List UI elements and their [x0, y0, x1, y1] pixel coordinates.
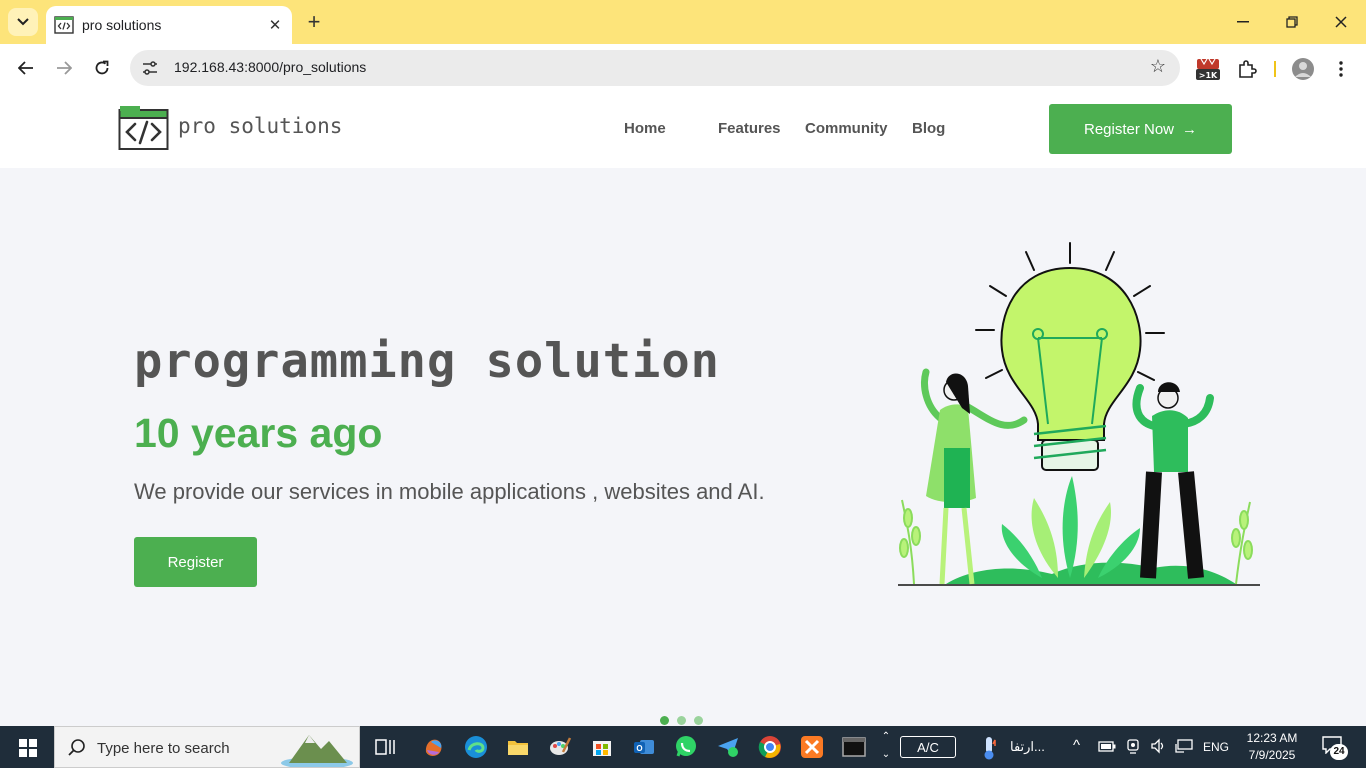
forward-button[interactable]: [50, 54, 78, 82]
extensions-button[interactable]: [1234, 56, 1260, 82]
slider-dot[interactable]: [660, 716, 669, 725]
close-window-button[interactable]: [1326, 8, 1356, 36]
nav-community[interactable]: Community: [805, 120, 888, 137]
tab-search-button[interactable]: [8, 8, 38, 36]
register-now-label: Register Now: [1083, 120, 1175, 138]
search-icon: [68, 739, 85, 756]
register-now-button[interactable]: Register Now →: [1049, 104, 1232, 154]
network-icon[interactable]: [1175, 738, 1193, 754]
register-button[interactable]: Register: [134, 537, 257, 587]
arrow-right-icon: [57, 61, 72, 75]
hero-description: We provide our services in mobile applic…: [134, 479, 765, 504]
slider-dot[interactable]: [677, 716, 686, 725]
site-info-icon[interactable]: [140, 58, 160, 78]
copilot-icon[interactable]: [421, 734, 447, 760]
toolbar-divider: [1274, 61, 1276, 77]
chevron-down-icon: [17, 18, 29, 26]
send-app-icon[interactable]: [715, 734, 741, 760]
code-favicon-icon: [54, 16, 74, 34]
browser-toolbar: 192.168.43:8000/pro_solutions ☆ >1K: [0, 44, 1366, 92]
terminal-icon[interactable]: [841, 734, 867, 760]
hero-title: programming solution: [134, 334, 720, 389]
xampp-icon[interactable]: [799, 734, 825, 760]
volume-icon[interactable]: [1150, 738, 1166, 754]
lightbulb-illustration: [898, 242, 1260, 586]
more-vertical-icon: [1339, 61, 1343, 77]
slider-dots: [660, 716, 703, 725]
extension-1k-icon: >1K: [1196, 58, 1220, 80]
language-indicator[interactable]: ENG: [1203, 740, 1229, 754]
slider-dot[interactable]: [694, 716, 703, 725]
man-figure: [1132, 382, 1214, 579]
woman-figure: [921, 368, 1028, 585]
file-explorer-icon[interactable]: [505, 734, 531, 760]
edge-browser-icon[interactable]: [463, 734, 489, 760]
taskbar-scroll-icon[interactable]: ⌃ ⌄: [880, 728, 892, 766]
task-view-icon[interactable]: [372, 734, 398, 760]
paint-icon[interactable]: [547, 734, 573, 760]
chrome-icon[interactable]: [757, 734, 783, 760]
extension-badge-button[interactable]: >1K: [1195, 56, 1221, 82]
camera-privacy-icon[interactable]: [1126, 738, 1140, 754]
mountain-illustration-icon: [281, 735, 353, 767]
hero-section: programming solution 10 years ago We pro…: [0, 168, 1366, 726]
site-header: pro solutions Home Features Community Bl…: [0, 92, 1366, 168]
bookmark-star-icon[interactable]: ☆: [1150, 56, 1166, 77]
tab-title: pro solutions: [82, 17, 162, 33]
profile-avatar[interactable]: [1290, 56, 1316, 82]
close-icon: [1335, 16, 1347, 28]
avatar-icon: [1292, 58, 1314, 80]
taskbar-clock[interactable]: 12:23 AM 7/9/2025: [1240, 730, 1304, 764]
reload-button[interactable]: [88, 54, 116, 82]
arrow-left-icon: [18, 61, 33, 75]
windows-logo-icon: [19, 739, 37, 757]
minimize-button[interactable]: [1228, 8, 1258, 36]
brand-name[interactable]: pro solutions: [178, 114, 342, 138]
new-tab-button[interactable]: +: [300, 9, 328, 35]
restore-icon: [1286, 16, 1298, 28]
search-placeholder: Type here to search: [97, 740, 230, 757]
tab-close-icon[interactable]: ✕: [262, 12, 288, 38]
restore-button[interactable]: [1277, 8, 1307, 36]
taskbar-search-box[interactable]: Type here to search: [54, 726, 360, 768]
nav-home[interactable]: Home: [624, 120, 666, 137]
arrow-right-icon: →: [1182, 120, 1198, 138]
browser-menu-button[interactable]: [1328, 56, 1354, 82]
microsoft-store-icon[interactable]: [589, 734, 615, 760]
minimize-icon: [1237, 21, 1249, 23]
nav-blog[interactable]: Blog: [912, 120, 945, 137]
notifications-button[interactable]: 24: [1322, 736, 1348, 760]
url-text: 192.168.43:8000/pro_solutions: [174, 59, 367, 75]
address-bar[interactable]: 192.168.43:8000/pro_solutions ☆: [130, 50, 1180, 86]
clock-time: 12:23 AM: [1246, 731, 1298, 745]
start-button[interactable]: [8, 734, 48, 762]
nav-features[interactable]: Features: [718, 120, 781, 137]
reload-icon: [95, 60, 109, 75]
svg-text:>1K: >1K: [1199, 71, 1218, 80]
clock-date: 7/9/2025: [1248, 748, 1296, 762]
puzzle-icon: [1239, 60, 1257, 78]
ac-status-badge[interactable]: A/C: [900, 736, 956, 758]
tray-chevron-up-icon[interactable]: ^: [1073, 737, 1080, 754]
back-button[interactable]: [12, 54, 40, 82]
hero-subtitle: 10 years ago: [134, 410, 383, 456]
svg-text:O: O: [636, 744, 642, 753]
windows-taskbar: Type here to search O ⌃ ⌄ A/C ارتفا... ^ …: [0, 726, 1366, 768]
battery-icon[interactable]: [1098, 740, 1116, 752]
ac-label: A/C: [917, 739, 939, 755]
notification-count: 24: [1330, 744, 1348, 760]
thermometer-icon[interactable]: [982, 736, 996, 760]
weather-text[interactable]: ارتفا...: [1010, 739, 1045, 755]
register-button-label: Register: [167, 553, 224, 571]
browser-tab-active[interactable]: pro solutions ✕: [46, 6, 292, 44]
browser-tabstrip: pro solutions ✕ +: [0, 0, 1366, 44]
whatsapp-icon[interactable]: [673, 734, 699, 760]
code-logo-icon[interactable]: [118, 105, 170, 151]
outlook-icon[interactable]: O: [631, 734, 657, 760]
